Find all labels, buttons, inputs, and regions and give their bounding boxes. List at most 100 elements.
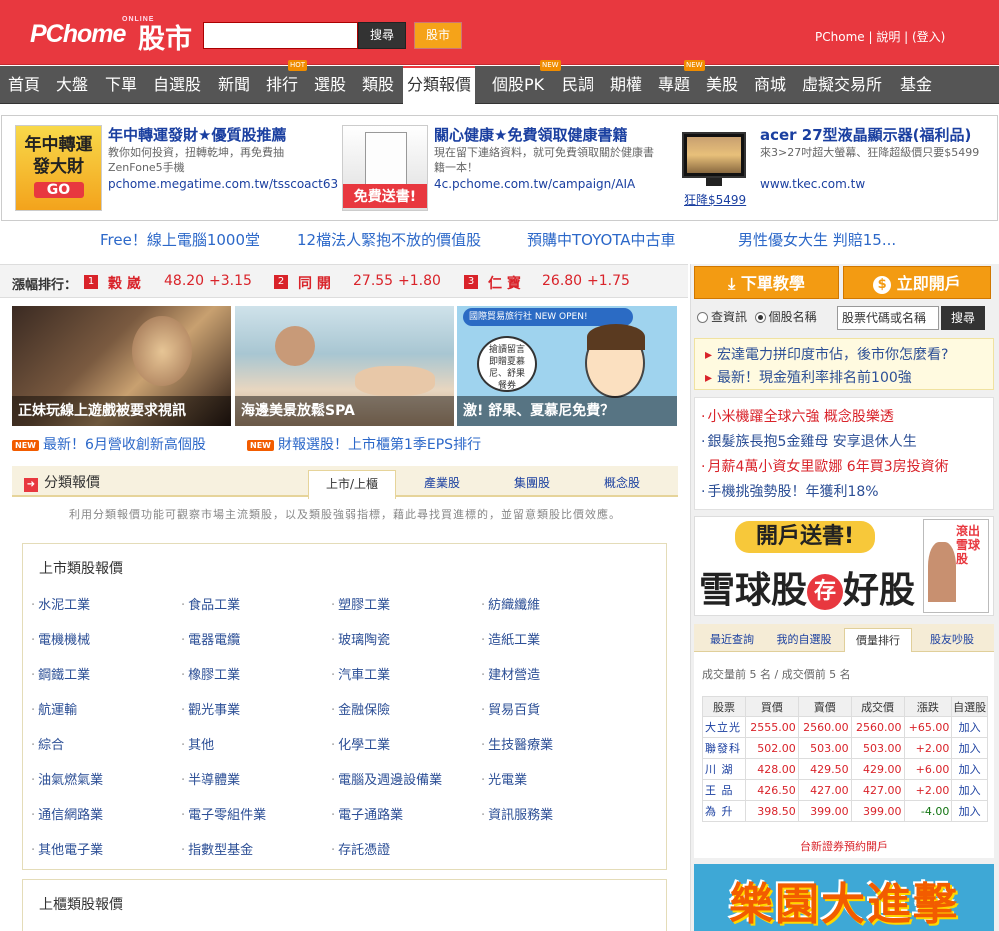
industry-link[interactable]: 其他 (181, 734, 214, 753)
promo-link-2[interactable]: 12檔法人緊抱不放的價值股 (297, 229, 481, 250)
nav-category-quotes[interactable]: 分類報價 (403, 66, 476, 104)
nav-mall[interactable]: 商城 (754, 66, 786, 104)
nav-virtual-exchange[interactable]: 虛擬交易所 (802, 66, 882, 104)
industry-link[interactable]: 航運輸 (31, 699, 77, 718)
pchome-logo[interactable]: PChome ONLINE (30, 16, 153, 49)
promo-link-1[interactable]: Free！線上電腦1000堂 (100, 229, 260, 250)
add-watchlist-link[interactable]: 加入 (951, 779, 988, 801)
industry-link[interactable]: 綜合 (31, 734, 64, 753)
nav-market[interactable]: 大盤 (56, 66, 88, 104)
ad-monitor-image[interactable] (682, 132, 746, 178)
ad-fortune-image[interactable]: 年中轉運發大財 GO (15, 125, 102, 211)
ad-url-3[interactable]: www.tkec.com.tw (760, 177, 865, 191)
nav-poll[interactable]: 民調 (562, 66, 594, 104)
right-link-4[interactable]: 手機挑強勢股！年獲利18% (701, 481, 878, 501)
ad-url-2[interactable]: 4c.pchome.com.tw/campaign/AIA (434, 177, 635, 191)
tab-industry[interactable]: 產業股 (398, 470, 486, 497)
ad-book-image[interactable]: 免費送書! (342, 125, 428, 211)
ad-price-link[interactable]: 狂降$5499 (684, 191, 746, 208)
ad-title-2[interactable]: 關心健康★免費領取健康書籍 (434, 124, 627, 145)
stock-name-link[interactable]: 川 湖 (702, 758, 746, 780)
industry-link[interactable]: 玻璃陶瓷 (331, 629, 390, 648)
industry-link[interactable]: 紡織纖維 (481, 594, 540, 613)
nav-stock-pk[interactable]: 個股PK NEW (492, 60, 561, 104)
industry-link[interactable]: 其他電子業 (31, 839, 103, 858)
ad-url-1[interactable]: pchome.megatime.com.tw/tsscoact63 (108, 177, 338, 191)
industry-link[interactable]: 化學工業 (331, 734, 390, 753)
stock-name-link[interactable]: 聯發科 (702, 737, 746, 759)
industry-link[interactable]: 存託憑證 (331, 839, 390, 858)
industry-link[interactable]: 指數型基金 (181, 839, 253, 858)
ticker-stock-3[interactable]: 仁 寶 (488, 273, 521, 293)
right-news-1[interactable]: 宏達電力拼印度市佔，後市你怎麼看? (705, 344, 948, 364)
nav-screener[interactable]: 選股 (314, 66, 346, 104)
stock-name-link[interactable]: 為 升 (702, 800, 746, 822)
search-button[interactable]: 搜尋 (358, 22, 406, 49)
snowball-stock-banner[interactable]: 開戶送書! 雪球股存好股 滾出雪球股 (694, 516, 994, 616)
nav-home[interactable]: 首頁 (8, 66, 40, 104)
add-watchlist-link[interactable]: 加入 (951, 758, 988, 780)
stock-search-button[interactable]: 搜尋 (941, 306, 985, 330)
new-link-1[interactable]: NEW 最新！6月營收創新高個股 (12, 434, 206, 454)
login-link[interactable]: (登入) (912, 30, 945, 44)
ticker-stock-2[interactable]: 同 開 (298, 273, 331, 293)
industry-link[interactable]: 油氣燃氣業 (31, 769, 103, 788)
nav-ranking[interactable]: 排行 HOT (266, 60, 308, 104)
nav-us-stocks[interactable]: 美股 (706, 66, 738, 104)
industry-link[interactable]: 鋼鐵工業 (31, 664, 90, 683)
radio-info[interactable] (697, 312, 708, 323)
nav-sectors[interactable]: 類股 (362, 66, 394, 104)
industry-link[interactable]: 生技醫療業 (481, 734, 553, 753)
add-watchlist-link[interactable]: 加入 (951, 737, 988, 759)
industry-link[interactable]: 建材營造 (481, 664, 540, 683)
industry-link[interactable]: 造紙工業 (481, 629, 540, 648)
right-link-2[interactable]: 銀髮族長抱5金雞母 安享退休人生 (701, 431, 916, 451)
industry-link[interactable]: 半導體業 (181, 769, 240, 788)
photo-meal-promo[interactable]: 國際貿易旅行社 NEW OPEN! 搶讀留言即贈夏慕尼、舒果餐券 激! 舒果、夏… (457, 306, 677, 426)
nav-options[interactable]: 期權 (610, 66, 642, 104)
quote-caption[interactable]: 成交量前 5 名 / 成交價前 5 名 (702, 666, 851, 682)
tab-price-volume-rank[interactable]: 價量排行 (844, 628, 912, 653)
promo-link-3[interactable]: 預購中TOYOTA中古車 (527, 229, 676, 250)
stock-code-input[interactable]: 股票代碼或名稱 (837, 306, 939, 330)
industry-link[interactable]: 汽車工業 (331, 664, 390, 683)
broker-account-link[interactable]: 台新證券預約開戶 (694, 838, 994, 854)
industry-link[interactable]: 觀光事業 (181, 699, 240, 718)
right-link-1[interactable]: 小米機躍全球六強 概念股樂透 (701, 406, 893, 426)
stock-button[interactable]: 股市 (414, 22, 462, 49)
industry-link[interactable]: 電器電纜 (181, 629, 240, 648)
tab-listed-otc[interactable]: 上市/上櫃 (308, 470, 396, 499)
pchome-link[interactable]: PChome (815, 30, 865, 44)
industry-link[interactable]: 電子通路業 (331, 804, 403, 823)
tab-my-watchlist[interactable]: 我的自選股 (770, 628, 838, 652)
stock-name-link[interactable]: 王 品 (702, 779, 746, 801)
ad-title-1[interactable]: 年中轉運發財★優質股推薦 (108, 124, 286, 145)
order-tutorial-button[interactable]: ⤓ 下單教學 (694, 266, 839, 299)
tab-stock-chat[interactable]: 股友吵股 (918, 628, 986, 652)
industry-link[interactable]: 水泥工業 (31, 594, 90, 613)
new-link-2[interactable]: NEW 財報選股！上市櫃第1季EPS排行 (247, 434, 481, 454)
industry-link[interactable]: 資訊服務業 (481, 804, 553, 823)
nav-funds[interactable]: 基金 (900, 66, 932, 104)
stock-logo-text[interactable]: 股市 (138, 17, 192, 56)
industry-link[interactable]: 貿易百貨 (481, 699, 540, 718)
industry-link[interactable]: 橡膠工業 (181, 664, 240, 683)
right-news-2[interactable]: 最新！現金殖利率排名前100強 (705, 367, 912, 387)
add-watchlist-link[interactable]: 加入 (951, 716, 988, 738)
industry-link[interactable]: 通信網路業 (31, 804, 103, 823)
add-watchlist-link[interactable]: 加入 (951, 800, 988, 822)
help-link[interactable]: 說明 (876, 30, 900, 44)
search-input[interactable] (203, 22, 358, 49)
nav-order[interactable]: 下單 (105, 66, 137, 104)
tab-group[interactable]: 集團股 (488, 470, 576, 497)
nav-watchlist[interactable]: 自選股 (153, 66, 201, 104)
park-banner[interactable]: 樂園大進擊 (694, 864, 994, 931)
promo-link-4[interactable]: 男性優女大生 判賠15... (738, 229, 896, 250)
tab-concept[interactable]: 概念股 (578, 470, 666, 497)
industry-link[interactable]: 塑膠工業 (331, 594, 390, 613)
nav-news[interactable]: 新聞 (218, 66, 250, 104)
radio-stock-name[interactable] (754, 312, 766, 323)
industry-link[interactable]: 電腦及週邊設備業 (331, 769, 442, 788)
industry-link[interactable]: 金融保險 (331, 699, 390, 718)
tab-recent[interactable]: 最近查詢 (698, 628, 766, 652)
